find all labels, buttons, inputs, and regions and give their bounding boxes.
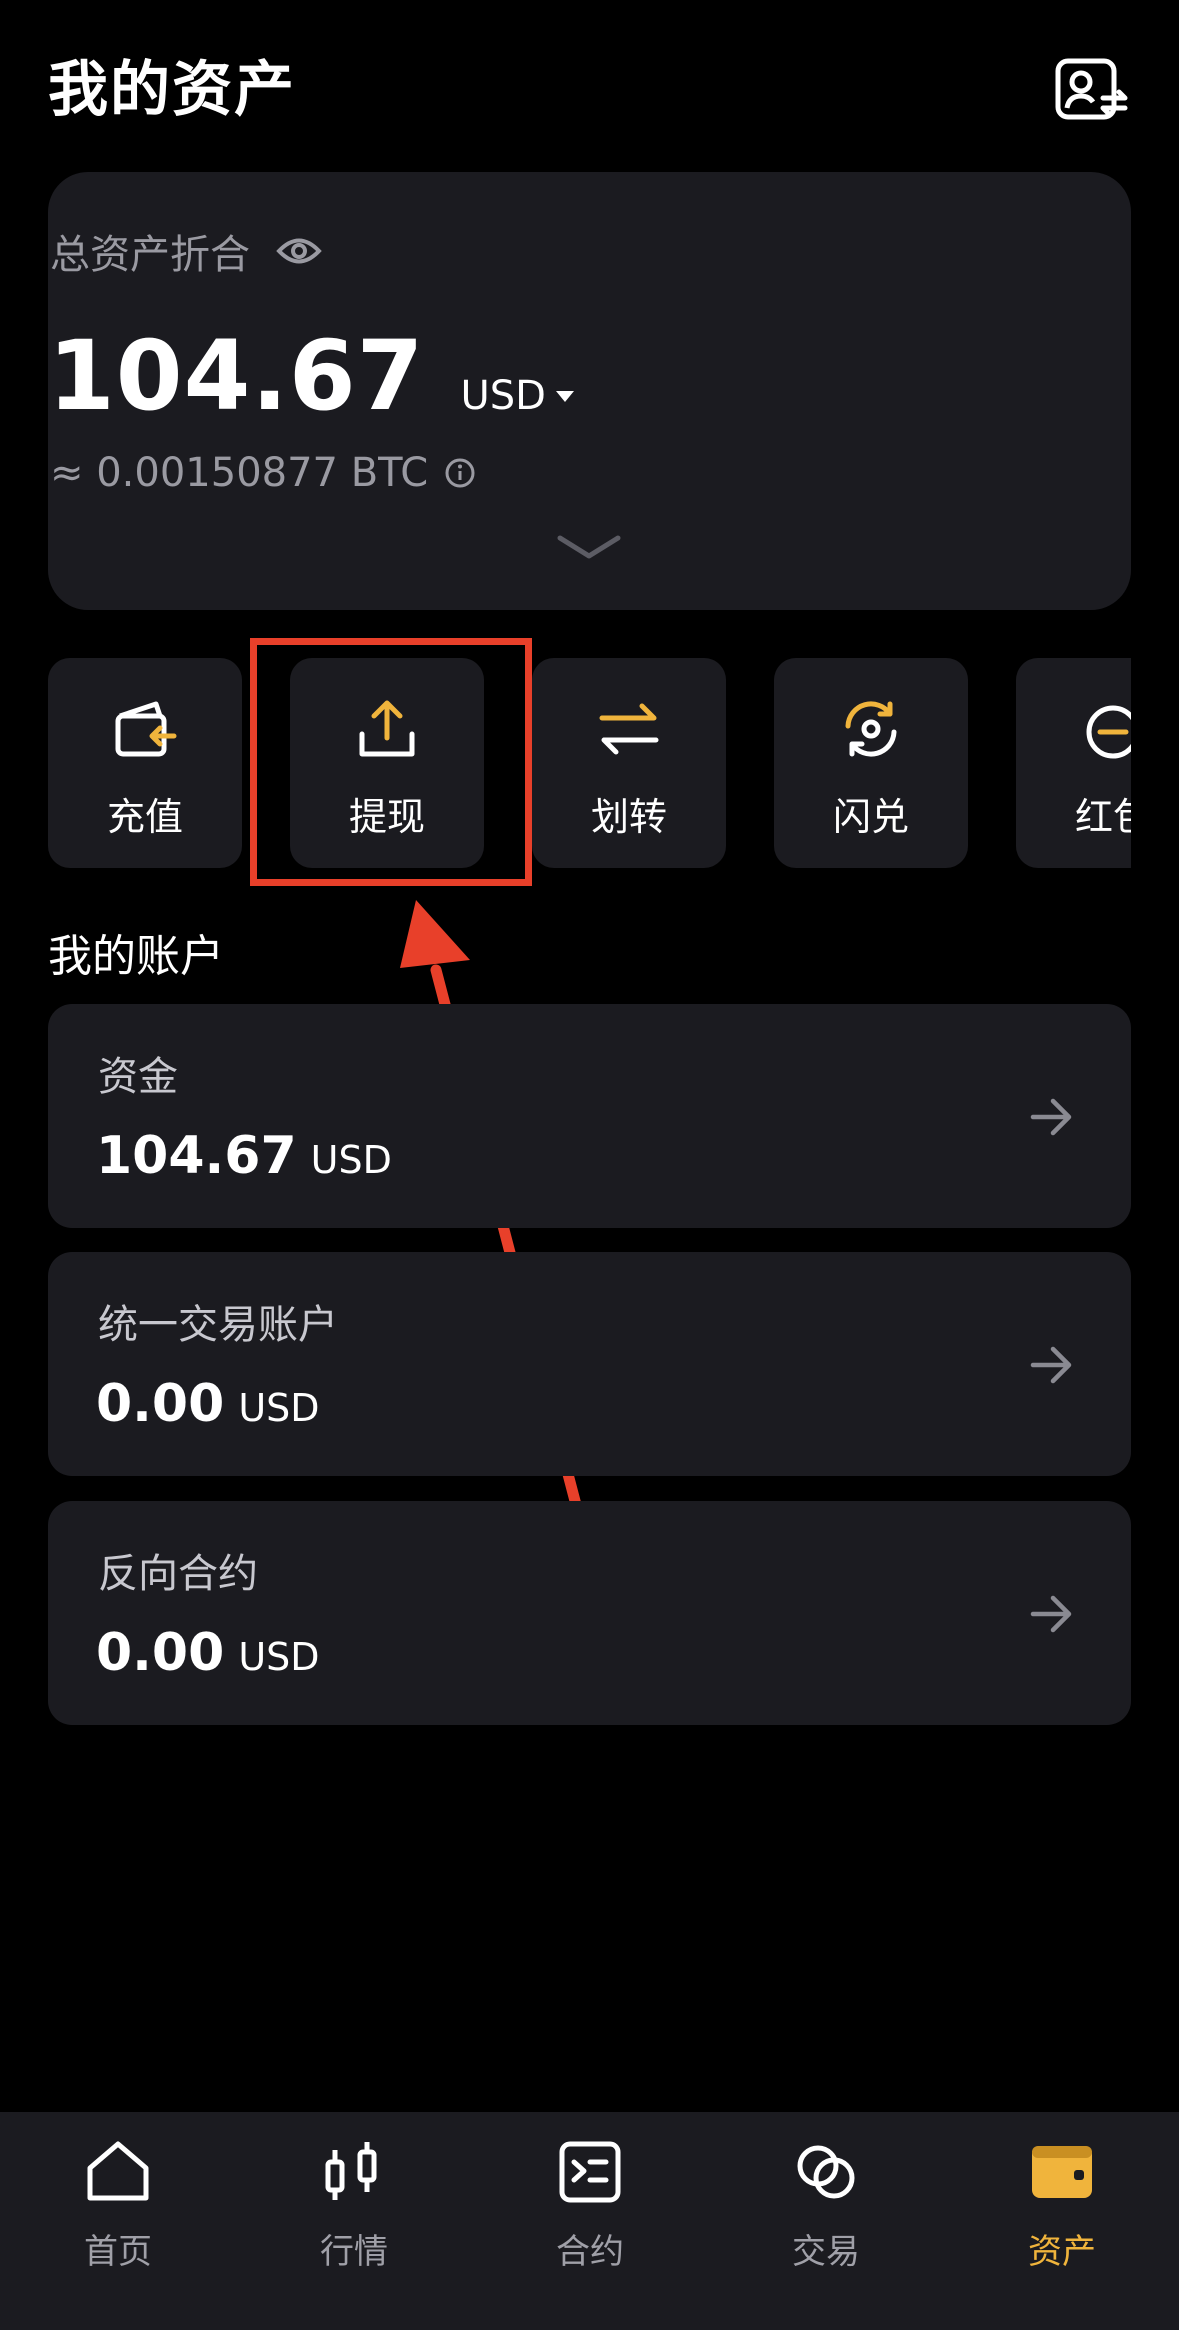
nav-label: 行情 [320, 2232, 388, 2272]
action-label: 充值 [106, 795, 183, 839]
account-amount: 104.67 [96, 1126, 297, 1186]
arrow-right-icon [1030, 1346, 1072, 1384]
btc-equivalent: ≈ 0.00150877 BTC [50, 450, 429, 496]
candlestick-icon [325, 2142, 377, 2200]
highlight-box [250, 638, 532, 886]
account-amount: 0.00 [96, 1623, 225, 1683]
nav-markets[interactable]: 行情 [236, 2112, 472, 2330]
action-label: 闪兑 [832, 795, 909, 839]
contract-icon [559, 2141, 621, 2203]
action-label: 红包 [1074, 795, 1131, 839]
nav-trade[interactable]: 交易 [708, 2112, 944, 2330]
quick-actions: 充值 提现 划转 闪兑 红 [48, 658, 1131, 868]
arrow-right-icon [1030, 1595, 1072, 1633]
total-value-row: 104.67 USD [48, 320, 574, 432]
assets-page: 我的资产 总资产折合 104.67 USD ≈ 0.00150877 BTC 充… [0, 0, 1179, 2330]
header: 我的资产 [48, 50, 1131, 130]
nav-assets[interactable]: 资产 [944, 2112, 1179, 2330]
account-amount-row: 104.67 USD [96, 1126, 392, 1186]
wallet-icon [1032, 2146, 1092, 2198]
account-name: 统一交易账户 [98, 1302, 338, 1348]
btc-equivalent-row: ≈ 0.00150877 BTC [50, 450, 476, 496]
account-funding[interactable]: 资金 104.67 USD [48, 1004, 1131, 1228]
chevron-down-icon[interactable] [556, 532, 622, 562]
red-packet-icon [1086, 705, 1131, 759]
account-unit: USD [238, 1635, 320, 1679]
account-unit: USD [310, 1138, 392, 1182]
account-unit: USD [238, 1386, 320, 1430]
account-switch-icon[interactable] [1055, 58, 1131, 122]
account-amount-row: 0.00 USD [96, 1374, 320, 1434]
account-name: 资金 [98, 1054, 178, 1100]
home-icon [87, 2141, 149, 2201]
total-value: 104.67 [48, 320, 425, 432]
currency-label: USD [460, 373, 546, 419]
convert-icon [845, 701, 897, 757]
page-title: 我的资产 [48, 55, 296, 125]
total-label: 总资产折合 [50, 232, 250, 278]
action-convert[interactable]: 闪兑 [774, 658, 968, 868]
arrow-right-icon [1030, 1098, 1072, 1136]
nav-home[interactable]: 首页 [0, 2112, 236, 2330]
nav-label: 交易 [792, 2232, 860, 2272]
trade-icon [797, 2145, 855, 2199]
action-red-packet[interactable]: 红包 N [1016, 658, 1131, 868]
action-label: 划转 [590, 795, 667, 839]
eye-icon[interactable] [276, 236, 322, 266]
nav-label: 合约 [556, 2232, 624, 2272]
account-amount-row: 0.00 USD [96, 1623, 320, 1683]
total-label-row: 总资产折合 [50, 222, 322, 280]
caret-down-icon [555, 390, 574, 402]
account-unified-trading[interactable]: 统一交易账户 0.00 USD [48, 1252, 1131, 1476]
account-inverse-contract[interactable]: 反向合约 0.00 USD [48, 1501, 1131, 1725]
nav-contracts[interactable]: 合约 [472, 2112, 708, 2330]
account-name: 反向合约 [98, 1551, 258, 1597]
accounts-section-title: 我的账户 [48, 931, 224, 982]
nav-label: 首页 [84, 2232, 152, 2272]
nav-label: 资产 [1028, 2232, 1096, 2272]
info-icon[interactable] [444, 457, 476, 489]
deposit-icon [115, 701, 177, 757]
currency-select[interactable]: USD [460, 373, 574, 419]
action-transfer[interactable]: 划转 [532, 658, 726, 868]
action-deposit[interactable]: 充值 [48, 658, 242, 868]
account-amount: 0.00 [96, 1374, 225, 1434]
transfer-icon [599, 703, 659, 755]
bottom-nav: 首页 行情 合约 交易 资产 [0, 2112, 1179, 2330]
